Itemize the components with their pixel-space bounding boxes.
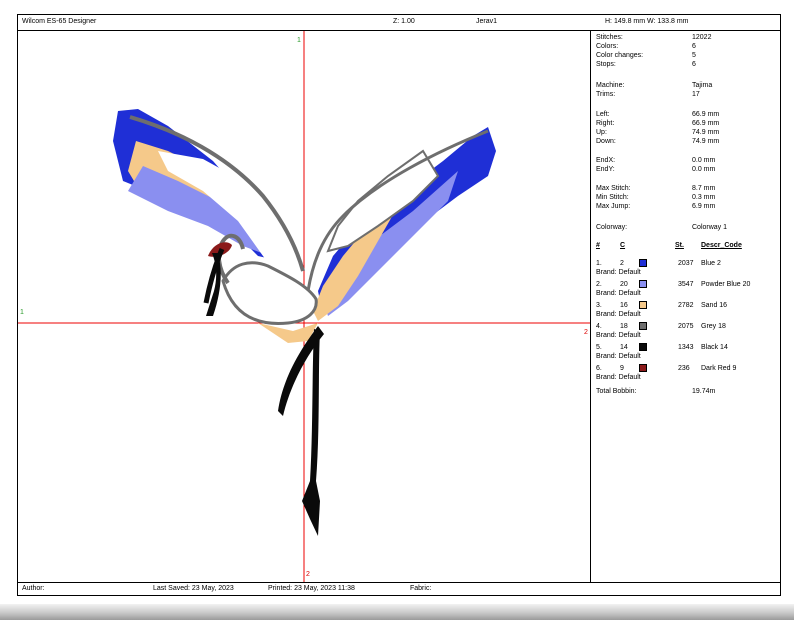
zoom-level: Z: 1.00 xyxy=(393,18,415,25)
brand-label: Brand: Default xyxy=(596,374,641,381)
col-header-num: # xyxy=(596,242,600,249)
app-title: Wilcom ES-65 Designer xyxy=(22,18,97,25)
stat-row: Colorway: Colorway 1 xyxy=(596,224,728,231)
col-header-descr: Descr_Code xyxy=(701,242,742,249)
color-code: 2 xyxy=(620,260,624,267)
design-name: Jerav1 xyxy=(476,18,498,25)
color-swatch xyxy=(639,343,647,351)
color-table-row: 4. 18 2075 Grey 18 xyxy=(596,322,776,331)
axis-label-left: 1 xyxy=(20,309,24,316)
color-num: 3. xyxy=(596,302,602,309)
design-size: H: 149.8 mm W: 133.8 mm xyxy=(605,18,689,25)
stat-row: Right: 66.9 mm xyxy=(596,120,720,127)
color-brand-line: Brand: Default xyxy=(596,289,776,298)
left-wing xyxy=(113,109,305,281)
stat-row: Min Stitch: 0.3 mm xyxy=(596,194,716,201)
col-header-color: C xyxy=(620,242,626,249)
total-bobbin-row: Total Bobbin: 19.74m xyxy=(596,388,716,395)
color-description: Blue 2 xyxy=(701,260,721,267)
stat-row: Up: 74.9 mm xyxy=(596,129,720,136)
window-bottom-edge xyxy=(0,604,794,620)
footer-bar: Author: Last Saved: 23 May, 2023 Printed… xyxy=(18,582,780,595)
header-bar: Wilcom ES-65 Designer Z: 1.00 Jerav1 H: … xyxy=(18,15,780,31)
color-code: 9 xyxy=(620,365,624,372)
stat-row: Stitches: 12022 xyxy=(596,34,712,41)
stat-row: EndX: 0.0 mm xyxy=(596,157,716,164)
axis-label-bottom: 2 xyxy=(306,571,310,578)
color-description: Grey 18 xyxy=(701,323,726,330)
color-description: Powder Blue 20 xyxy=(701,281,751,288)
color-stitch-count: 2037 xyxy=(678,260,694,267)
color-description: Dark Red 9 xyxy=(701,365,737,372)
axis-label-right: 2 xyxy=(584,329,588,336)
color-table-row: 6. 9 236 Dark Red 9 xyxy=(596,364,776,373)
stat-row: Colors: 6 xyxy=(596,43,696,50)
color-swatch xyxy=(639,280,647,288)
design-canvas: 1 1 2 2 xyxy=(18,31,591,583)
footer-last-saved: Last Saved: 23 May, 2023 xyxy=(153,585,234,592)
print-preview-sheet: Wilcom ES-65 Designer Z: 1.00 Jerav1 H: … xyxy=(17,14,781,596)
color-num: 2. xyxy=(596,281,602,288)
stat-row: Left: 66.9 mm xyxy=(596,111,720,118)
col-header-stitches: St. xyxy=(675,242,684,249)
stat-row: EndY: 0.0 mm xyxy=(596,166,716,173)
footer-fabric: Fabric: xyxy=(410,585,432,592)
color-table-row: 2. 20 3547 Powder Blue 20 xyxy=(596,280,776,289)
axis-label-top: 1 xyxy=(297,37,301,44)
color-stitch-count: 1343 xyxy=(678,344,694,351)
brand-label: Brand: Default xyxy=(596,311,641,318)
stat-row: Down: 74.9 mm xyxy=(596,138,720,145)
brand-label: Brand: Default xyxy=(596,353,641,360)
color-brand-line: Brand: Default xyxy=(596,373,776,382)
color-description: Black 14 xyxy=(701,344,728,351)
color-code: 14 xyxy=(620,344,628,351)
color-stitch-count: 236 xyxy=(678,365,690,372)
color-brand-line: Brand: Default xyxy=(596,352,776,361)
right-wing xyxy=(306,127,496,321)
color-swatch xyxy=(639,364,647,372)
color-code: 16 xyxy=(620,302,628,309)
color-code: 20 xyxy=(620,281,628,288)
footer-author: Author: xyxy=(22,585,45,592)
stat-row: Max Stitch: 8.7 mm xyxy=(596,185,716,192)
crane-body xyxy=(221,261,318,325)
color-table-row: 5. 14 1343 Black 14 xyxy=(596,343,776,352)
color-swatch xyxy=(639,259,647,267)
color-num: 1. xyxy=(596,260,602,267)
color-num: 4. xyxy=(596,323,602,330)
footer-printed: Printed: 23 May, 2023 11:38 xyxy=(268,585,355,592)
design-info-panel: Stitches: 12022 Colors: 6 Color changes: 5 … xyxy=(593,31,780,583)
brand-label: Brand: Default xyxy=(596,290,641,297)
color-code: 18 xyxy=(620,323,628,330)
color-num: 5. xyxy=(596,344,602,351)
color-brand-line: Brand: Default xyxy=(596,268,776,277)
stat-row: Machine: Tajima xyxy=(596,82,713,89)
color-brand-line: Brand: Default xyxy=(596,331,776,340)
color-brand-line: Brand: Default xyxy=(596,310,776,319)
crane-embroidery-design xyxy=(18,31,590,583)
color-stitch-count: 2782 xyxy=(678,302,694,309)
stat-row: Trims: 17 xyxy=(596,91,700,98)
color-swatch xyxy=(639,301,647,309)
color-table-row: 1. 2 2037 Blue 2 xyxy=(596,259,776,268)
brand-label: Brand: Default xyxy=(596,332,641,339)
color-swatch xyxy=(639,322,647,330)
stat-row: Color changes: 5 xyxy=(596,52,696,59)
color-description: Sand 16 xyxy=(701,302,728,309)
color-table-row: 3. 16 2782 Sand 16 xyxy=(596,301,776,310)
color-num: 6. xyxy=(596,365,602,372)
color-stitch-count: 3547 xyxy=(678,281,694,288)
brand-label: Brand: Default xyxy=(596,269,641,276)
stat-row: Max Jump: 6.9 mm xyxy=(596,203,716,210)
stat-row: Stops: 6 xyxy=(596,61,696,68)
color-stitch-count: 2075 xyxy=(678,323,694,330)
